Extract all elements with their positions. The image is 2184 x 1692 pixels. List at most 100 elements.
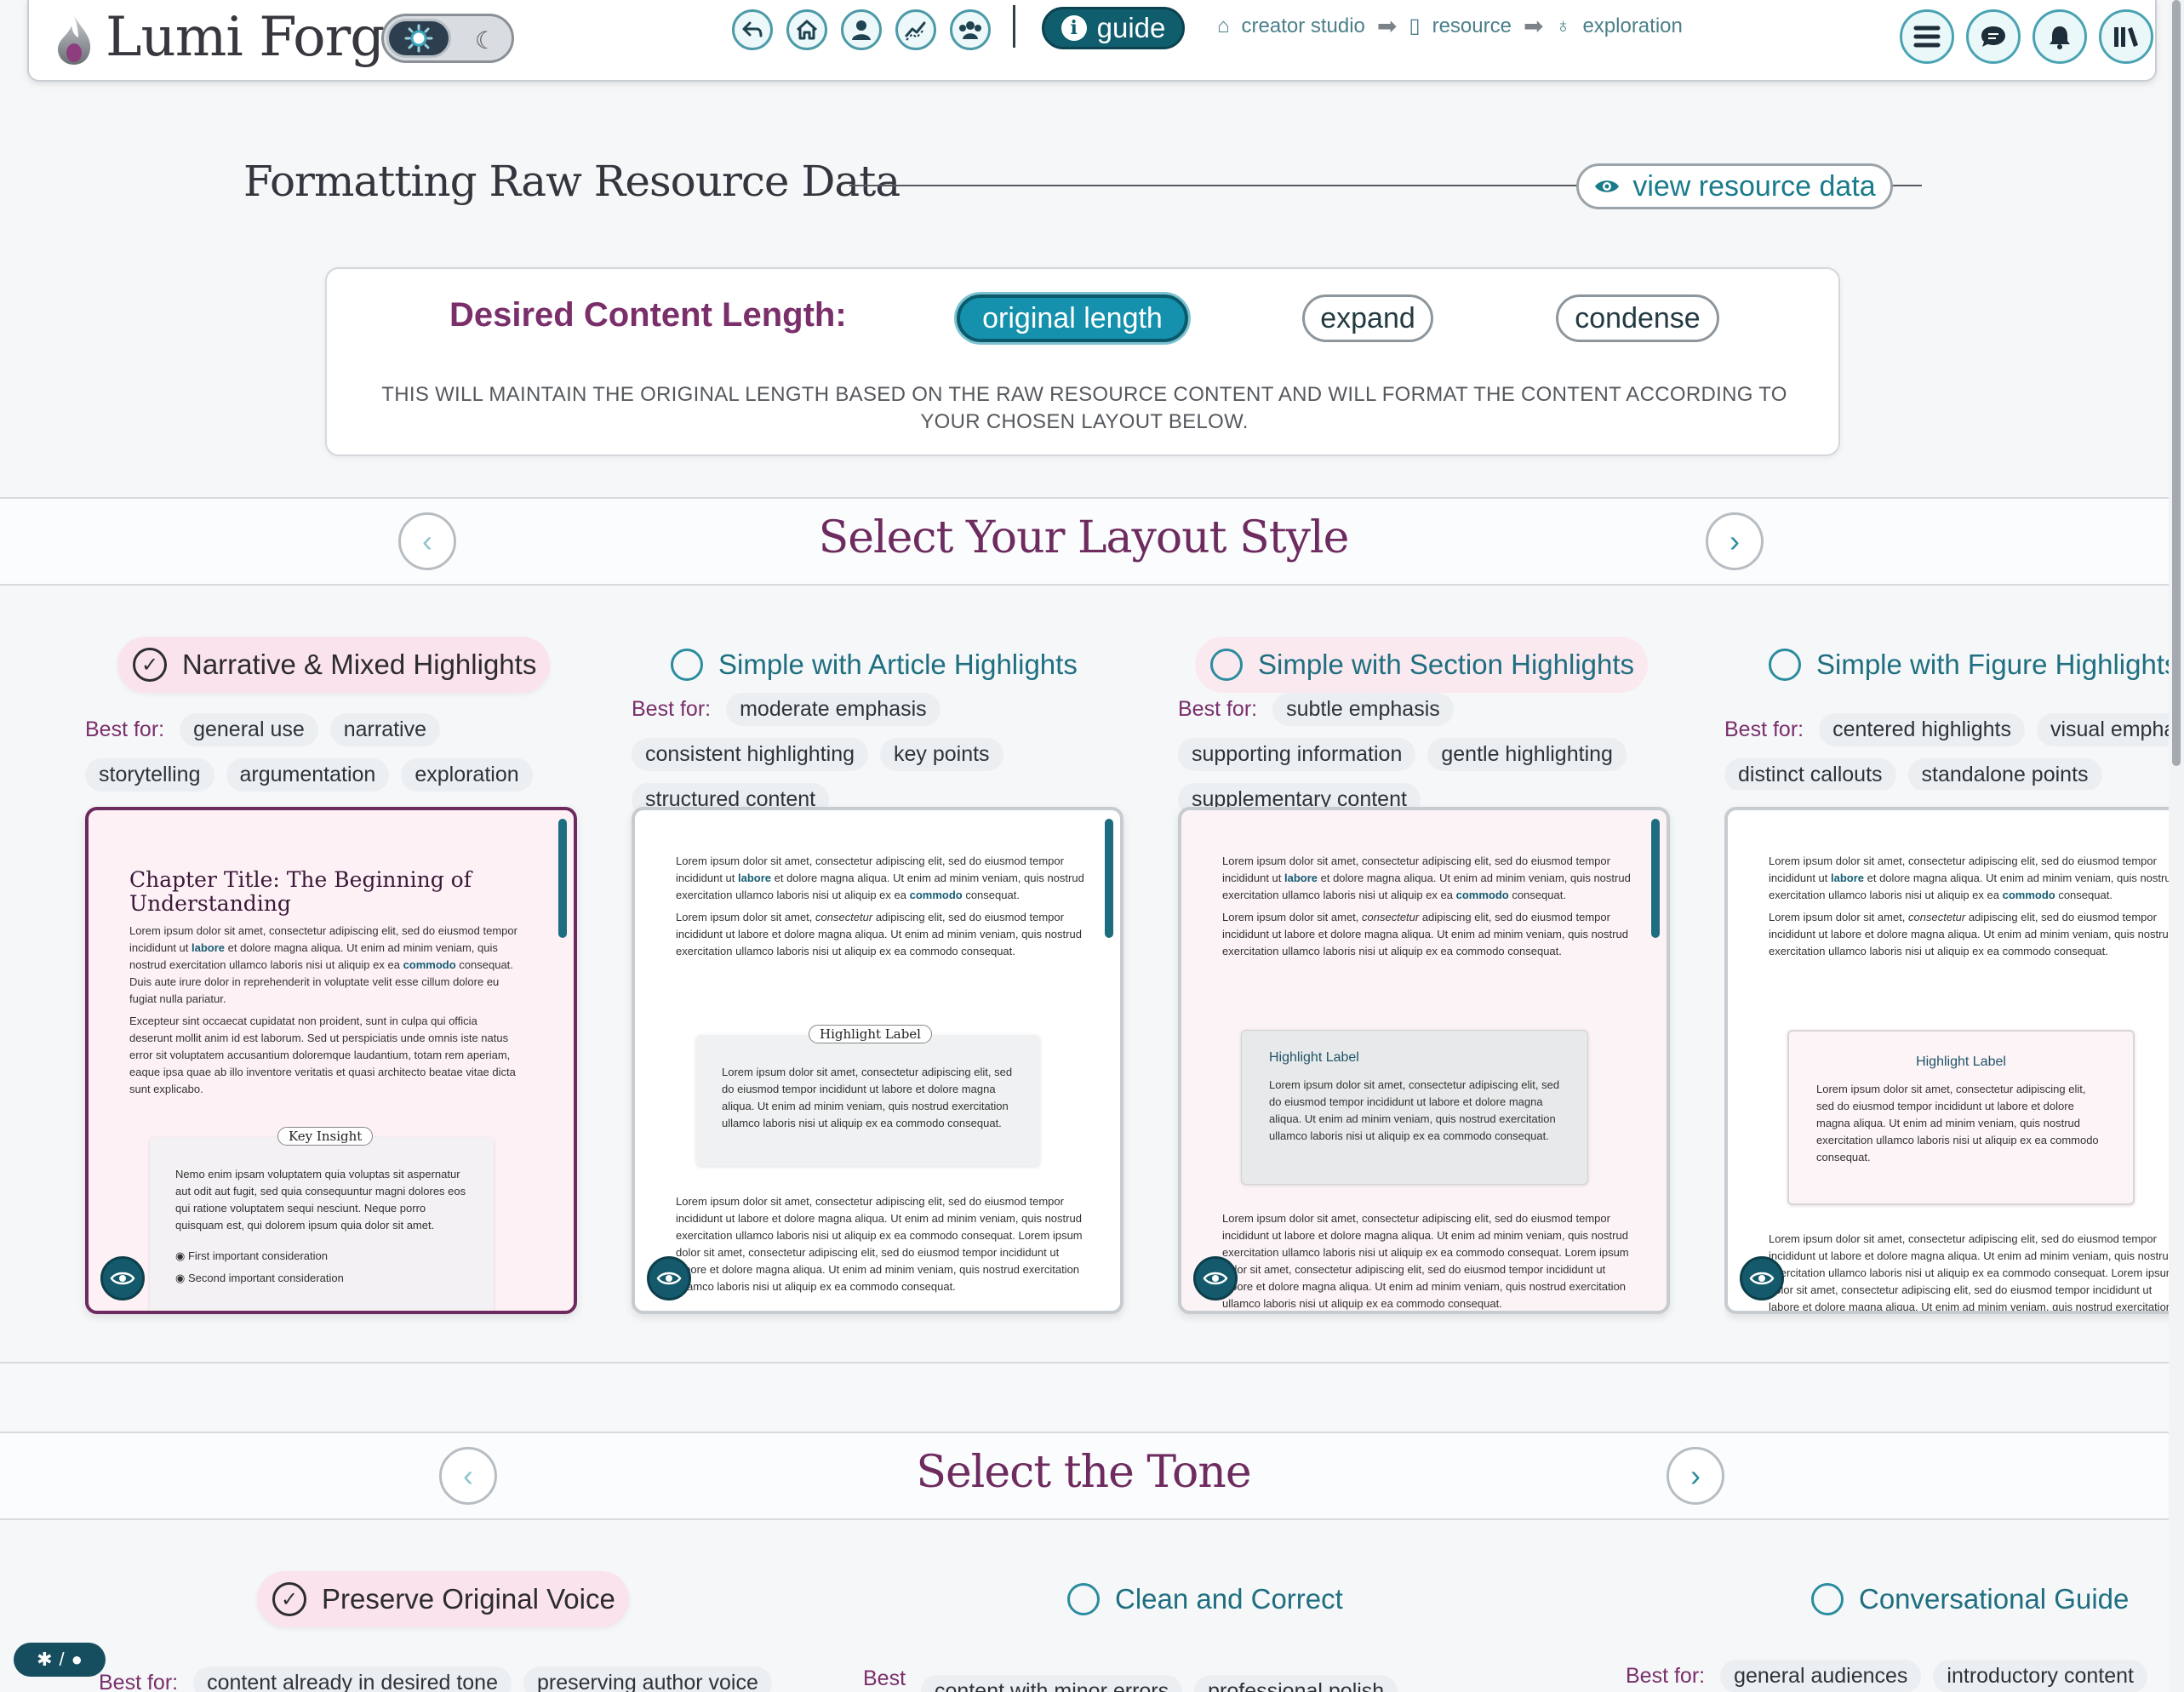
- layout-preview-narrative[interactable]: Chapter Title: The Beginning of Understa…: [85, 807, 577, 1314]
- preview-scrollbar[interactable]: [558, 819, 567, 938]
- tone-option-clean[interactable]: Clean and Correct: [1052, 1571, 1357, 1627]
- layout-bestfor-figure: Best for: centered highlights visual emp…: [1724, 713, 2169, 790]
- key-insight-label: Key Insight: [277, 1127, 374, 1146]
- length-option-original[interactable]: original length: [957, 294, 1188, 342]
- preview-eye-button[interactable]: [100, 1256, 145, 1300]
- preview-eye-button[interactable]: [1193, 1256, 1238, 1300]
- insight-text: Nemo enim ipsam voluptatem quia voluptas…: [175, 1168, 466, 1232]
- page-scrollbar[interactable]: [2169, 0, 2184, 1692]
- nav-icon-group: [732, 9, 991, 50]
- tag-chip: preserving author voice: [523, 1666, 772, 1692]
- highlight-text: Lorem ipsum dolor sit amet, consectetur …: [722, 1066, 1013, 1129]
- tone-bestfor-preserve: Best for: content already in desired ton…: [99, 1666, 797, 1692]
- layout-bestfor-figure-clip: Best for: centered highlights visual emp…: [1724, 713, 2169, 790]
- article-highlight-box: Lorem ipsum dolor sit amet, consectetur …: [696, 1035, 1040, 1166]
- length-option-expand[interactable]: expand: [1302, 294, 1433, 342]
- page-scrollbar-thumb[interactable]: [2172, 0, 2181, 766]
- preview-eye-button[interactable]: [647, 1256, 691, 1300]
- tag-chip: argumentation: [226, 758, 390, 792]
- layout-preview-article[interactable]: Lorem ipsum dolor sit amet, consectetur …: [632, 807, 1123, 1314]
- layout-option-section[interactable]: Simple with Section Highlights: [1195, 637, 1649, 693]
- highlight-label: Highlight Label: [1269, 1050, 1359, 1065]
- arrow-right-icon: ➡: [1376, 13, 1398, 39]
- preview-scrollbar[interactable]: [1651, 819, 1660, 938]
- view-resource-data-label: view resource data: [1632, 169, 1876, 203]
- preview-body: Chapter Title: The Beginning of Understa…: [129, 868, 523, 1098]
- preview-eye-button[interactable]: [1740, 1256, 1784, 1300]
- preview-scrollbar[interactable]: [1105, 819, 1113, 938]
- layout-option-narrative[interactable]: ✓ Narrative & Mixed Highlights: [117, 637, 551, 693]
- home-icon[interactable]: [786, 9, 827, 50]
- radio-icon: [1811, 1583, 1844, 1615]
- breadcrumb-resource[interactable]: resource: [1432, 14, 1512, 38]
- layout-option-label: Narrative & Mixed Highlights: [182, 649, 537, 680]
- library-icon[interactable]: [2099, 9, 2153, 64]
- check-circle-icon: ✓: [272, 1582, 306, 1616]
- radio-icon: [1067, 1583, 1100, 1615]
- layout-option-figure[interactable]: Simple with Figure Highlights: [1753, 637, 2169, 693]
- layout-preview-figure-clip: Lorem ipsum dolor sit amet, consectetur …: [1724, 800, 2169, 1324]
- layout-option-label: Simple with Article Highlights: [718, 649, 1078, 680]
- tone-option-conversational[interactable]: Conversational Guide: [1796, 1571, 2142, 1627]
- layout-option-label: Simple with Figure Highlights: [1816, 649, 2169, 680]
- figure-highlight-box: Highlight Label Lorem ipsum dolor sit am…: [1787, 1030, 2135, 1205]
- tag-chip: content already in desired tone: [193, 1666, 512, 1692]
- breadcrumb-creator-studio[interactable]: creator studio: [1242, 14, 1365, 38]
- view-resource-data-button[interactable]: view resource data: [1576, 163, 1893, 209]
- tag-chip: key points: [880, 738, 1003, 771]
- highlight-text: Lorem ipsum dolor sit amet, consectetur …: [1269, 1078, 1560, 1142]
- tone-option-label: Clean and Correct: [1115, 1583, 1343, 1615]
- bell-icon[interactable]: [2032, 9, 2087, 64]
- insight-bullet: ◉ First important consideration: [175, 1249, 328, 1262]
- preview-paragraph: Lorem ipsum dolor sit amet, consectetur …: [1769, 855, 2169, 901]
- chevron-right-icon: ›: [1729, 523, 1740, 558]
- tag-chip: distinct callouts: [1724, 758, 1896, 790]
- tone-next-button[interactable]: ›: [1667, 1447, 1724, 1505]
- chat-icon[interactable]: [1966, 9, 2021, 64]
- layout-preview-figure[interactable]: Lorem ipsum dolor sit amet, consectetur …: [1724, 807, 2169, 1314]
- back-icon[interactable]: [732, 9, 773, 50]
- guide-button[interactable]: i guide: [1042, 7, 1185, 49]
- tag-chip: moderate emphasis: [726, 693, 940, 726]
- info-icon: i: [1061, 15, 1087, 41]
- theme-toggle[interactable]: ☾: [381, 14, 514, 63]
- best-for-label: Best for:: [1626, 1664, 1706, 1688]
- preview-body: Lorem ipsum dolor sit amet, consectetur …: [1222, 853, 1632, 960]
- layout-bestfor-article: Best for: moderate emphasis consistent h…: [632, 693, 1108, 816]
- preview-body: Lorem ipsum dolor sit amet, consectetur …: [1769, 853, 2169, 960]
- chevron-right-icon: ›: [1690, 1458, 1701, 1493]
- brand-name[interactable]: Lumi Forge: [106, 3, 416, 71]
- tag-chip: exploration: [401, 758, 533, 792]
- menu-icon[interactable]: [1900, 9, 1954, 64]
- best-for-label: Best for:: [632, 697, 712, 721]
- preview-paragraph: Excepteur sint occaecat cupidatat non pr…: [129, 1015, 516, 1095]
- book-icon: ▯: [1409, 14, 1421, 37]
- tone-option-label: Conversational Guide: [1859, 1583, 2130, 1615]
- section-highlight-box: Highlight Label Lorem ipsum dolor sit am…: [1241, 1030, 1588, 1185]
- eye-icon: [1203, 1272, 1228, 1285]
- tag-chip: professional polish: [1194, 1674, 1398, 1692]
- top-bar: Lumi Forge ☾ i guide ⌂ creator studio ➡ …: [27, 0, 2157, 82]
- layout-next-button[interactable]: ›: [1706, 512, 1764, 570]
- tag-chip: general audiences: [1720, 1660, 1922, 1692]
- length-option-condense[interactable]: condense: [1556, 294, 1719, 342]
- community-icon[interactable]: [950, 9, 991, 50]
- tone-option-preserve[interactable]: ✓ Preserve Original Voice: [257, 1571, 629, 1627]
- radio-icon: [671, 649, 703, 681]
- layout-section-title: Select Your Layout Style: [818, 512, 1350, 563]
- tag-chip: gentle highlighting: [1427, 738, 1627, 771]
- layout-option-article[interactable]: Simple with Article Highlights: [655, 637, 1091, 693]
- layout-bestfor-section: Best for: subtle emphasis supporting inf…: [1178, 693, 1655, 816]
- analytics-icon[interactable]: [895, 9, 936, 50]
- debug-tools-button[interactable]: ✱ / ●: [14, 1643, 106, 1677]
- highlight-label: Highlight Label: [809, 1025, 932, 1043]
- sun-icon: [386, 19, 451, 58]
- tag-chip: storytelling: [85, 758, 214, 792]
- layout-preview-section[interactable]: Lorem ipsum dolor sit amet, consectetur …: [1178, 807, 1670, 1314]
- insight-bullets: ◉ First important consideration ◉ Second…: [175, 1248, 468, 1287]
- profile-icon[interactable]: [841, 9, 882, 50]
- eye-icon: [110, 1272, 135, 1285]
- breadcrumb-exploration[interactable]: exploration: [1582, 14, 1682, 38]
- tone-section-title: Select the Tone: [916, 1447, 1251, 1498]
- preview-body-after: Lorem ipsum dolor sit amet, consectetur …: [1769, 1232, 2169, 1313]
